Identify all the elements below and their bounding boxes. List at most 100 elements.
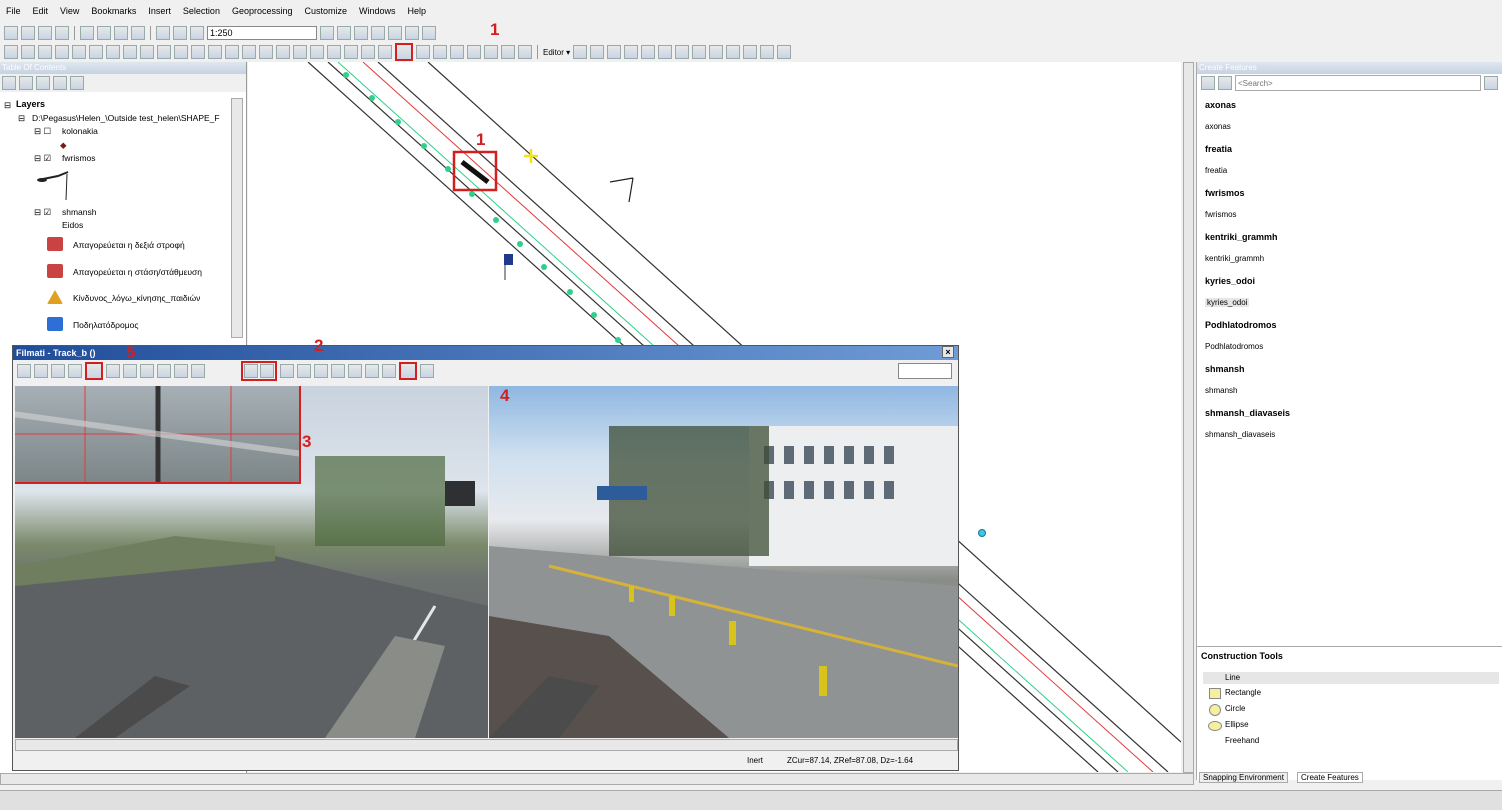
data-source-path[interactable]: D:\Pegasus\Helen_\Outside test_helen\SHA… <box>32 113 244 123</box>
panel-divider[interactable] <box>1197 646 1502 647</box>
delete-icon[interactable] <box>131 26 145 40</box>
menu-insert[interactable]: Insert <box>142 6 177 16</box>
full-extent-icon[interactable] <box>55 45 69 59</box>
menu-file[interactable]: File <box>0 6 27 16</box>
layer-fwrismos[interactable]: fwrismos <box>62 153 96 163</box>
time-slider-icon[interactable] <box>310 45 324 59</box>
find-route-icon[interactable] <box>276 45 290 59</box>
tool-ellipse[interactable]: Ellipse <box>1225 720 1249 729</box>
create-features-icon[interactable] <box>777 45 792 59</box>
layer-shmansh[interactable]: shmansh <box>62 207 97 217</box>
forward-icon[interactable] <box>123 45 137 59</box>
layers-expand-icon[interactable]: ⊟ <box>4 100 11 111</box>
menu-bookmarks[interactable]: Bookmarks <box>85 6 142 16</box>
find-icon[interactable] <box>259 45 273 59</box>
python-icon[interactable] <box>405 26 419 40</box>
list-by-visibility-icon[interactable] <box>36 76 50 90</box>
camera-both-icon[interactable] <box>280 364 294 378</box>
select-features-icon[interactable] <box>140 45 154 59</box>
clear-selection-icon[interactable] <box>157 45 171 59</box>
template-kentriki-grammh[interactable]: kentriki_grammh <box>1205 254 1264 263</box>
split-tool-icon[interactable] <box>692 45 707 59</box>
tool-line-row[interactable]: Line <box>1203 672 1499 684</box>
digitize-pencil-icon[interactable] <box>399 362 417 380</box>
move-icon[interactable] <box>331 364 345 378</box>
menu-customize[interactable]: Customize <box>299 6 354 16</box>
help-icon[interactable] <box>726 45 741 59</box>
list-by-selection-icon[interactable] <box>53 76 67 90</box>
reshape-icon[interactable] <box>433 45 447 59</box>
filmati-dropdown[interactable] <box>898 363 952 379</box>
attributes-icon[interactable] <box>501 45 515 59</box>
tool-circle[interactable]: Circle <box>1225 704 1245 713</box>
right-camera-view[interactable] <box>489 386 958 738</box>
save-frame-icon[interactable] <box>297 364 311 378</box>
swipe-icon[interactable] <box>327 45 341 59</box>
layer-icon[interactable] <box>344 45 358 59</box>
filmati-scrollbar[interactable] <box>15 739 958 751</box>
menu-help[interactable]: Help <box>402 6 433 16</box>
doc-icon[interactable] <box>365 364 379 378</box>
rotate-tool-icon[interactable] <box>709 45 724 59</box>
go-to-xy-icon[interactable] <box>293 45 307 59</box>
zoom-frame-icon[interactable] <box>51 364 65 378</box>
hyperlink-icon[interactable] <box>208 45 222 59</box>
pan-icon[interactable] <box>38 45 52 59</box>
fwrismos-checkbox[interactable]: ⊟ ☑ <box>34 153 51 164</box>
tool-freehand[interactable]: Freehand <box>1225 736 1259 745</box>
tab-create-features[interactable]: Create Features <box>1297 772 1363 783</box>
magnet-icon[interactable] <box>361 45 375 59</box>
fixed-zoom-in-icon[interactable] <box>72 45 86 59</box>
template-filter-icon[interactable] <box>1218 76 1232 90</box>
redo-icon[interactable] <box>173 26 187 40</box>
point-icon[interactable] <box>658 45 673 59</box>
copy-icon[interactable] <box>97 26 111 40</box>
sketch-icon[interactable] <box>760 45 775 59</box>
template-axonas[interactable]: axonas <box>1205 122 1231 131</box>
undo-icon[interactable] <box>156 26 170 40</box>
trace-icon[interactable] <box>641 45 656 59</box>
editor-toolbar-icon[interactable] <box>337 26 351 40</box>
modelbuilder-icon[interactable] <box>422 26 436 40</box>
identify-icon[interactable] <box>191 45 205 59</box>
list-by-source-icon[interactable] <box>19 76 33 90</box>
sketch-properties-icon[interactable] <box>518 45 532 59</box>
list-by-drawing-order-icon[interactable] <box>2 76 16 90</box>
layer-kolonakia[interactable]: kolonakia <box>62 126 98 136</box>
edit-tool-icon[interactable] <box>573 45 588 59</box>
search-icon[interactable] <box>1484 76 1498 90</box>
topology-edit-icon[interactable] <box>675 45 690 59</box>
back-icon[interactable] <box>106 45 120 59</box>
measure-icon[interactable] <box>242 45 256 59</box>
menu-edit[interactable]: Edit <box>27 6 55 16</box>
save-all-icon[interactable] <box>314 364 328 378</box>
template-podhlatodromos[interactable]: Podhlatodromos <box>1205 342 1263 351</box>
template-kyries-odoi[interactable]: kyries_odoi <box>1205 298 1250 307</box>
measure-height-icon[interactable] <box>68 364 82 378</box>
scale-dropdown-icon[interactable] <box>320 26 334 40</box>
stop-icon[interactable] <box>17 364 31 378</box>
options-icon[interactable] <box>70 76 84 90</box>
attribute-table-icon[interactable] <box>743 45 758 59</box>
kolonakia-checkbox[interactable]: ⊟ ☐ <box>34 126 51 137</box>
pen-icon[interactable] <box>140 364 154 378</box>
camera-right-icon[interactable] <box>260 364 274 378</box>
print-icon[interactable] <box>55 26 69 40</box>
straight-segment-icon[interactable] <box>607 45 622 59</box>
scale-input[interactable]: 1:250 <box>207 26 317 40</box>
menu-windows[interactable]: Windows <box>353 6 402 16</box>
filmati-launch-icon[interactable] <box>395 43 413 61</box>
template-fwrismos[interactable]: fwrismos <box>1205 210 1237 219</box>
glasses-icon[interactable] <box>378 45 392 59</box>
edit-vertices-icon[interactable] <box>416 45 430 59</box>
3d-icon[interactable] <box>174 364 188 378</box>
close-button[interactable]: × <box>942 346 954 358</box>
fixed-zoom-out-icon[interactable] <box>89 45 103 59</box>
paste-icon[interactable] <box>114 26 128 40</box>
add-data-icon[interactable] <box>190 26 204 40</box>
menu-view[interactable]: View <box>54 6 85 16</box>
template-shmansh[interactable]: shmansh <box>1205 386 1237 395</box>
menu-geoprocessing[interactable]: Geoprocessing <box>226 6 299 16</box>
camera-left-icon[interactable] <box>244 364 258 378</box>
disk-icon[interactable] <box>382 364 396 378</box>
